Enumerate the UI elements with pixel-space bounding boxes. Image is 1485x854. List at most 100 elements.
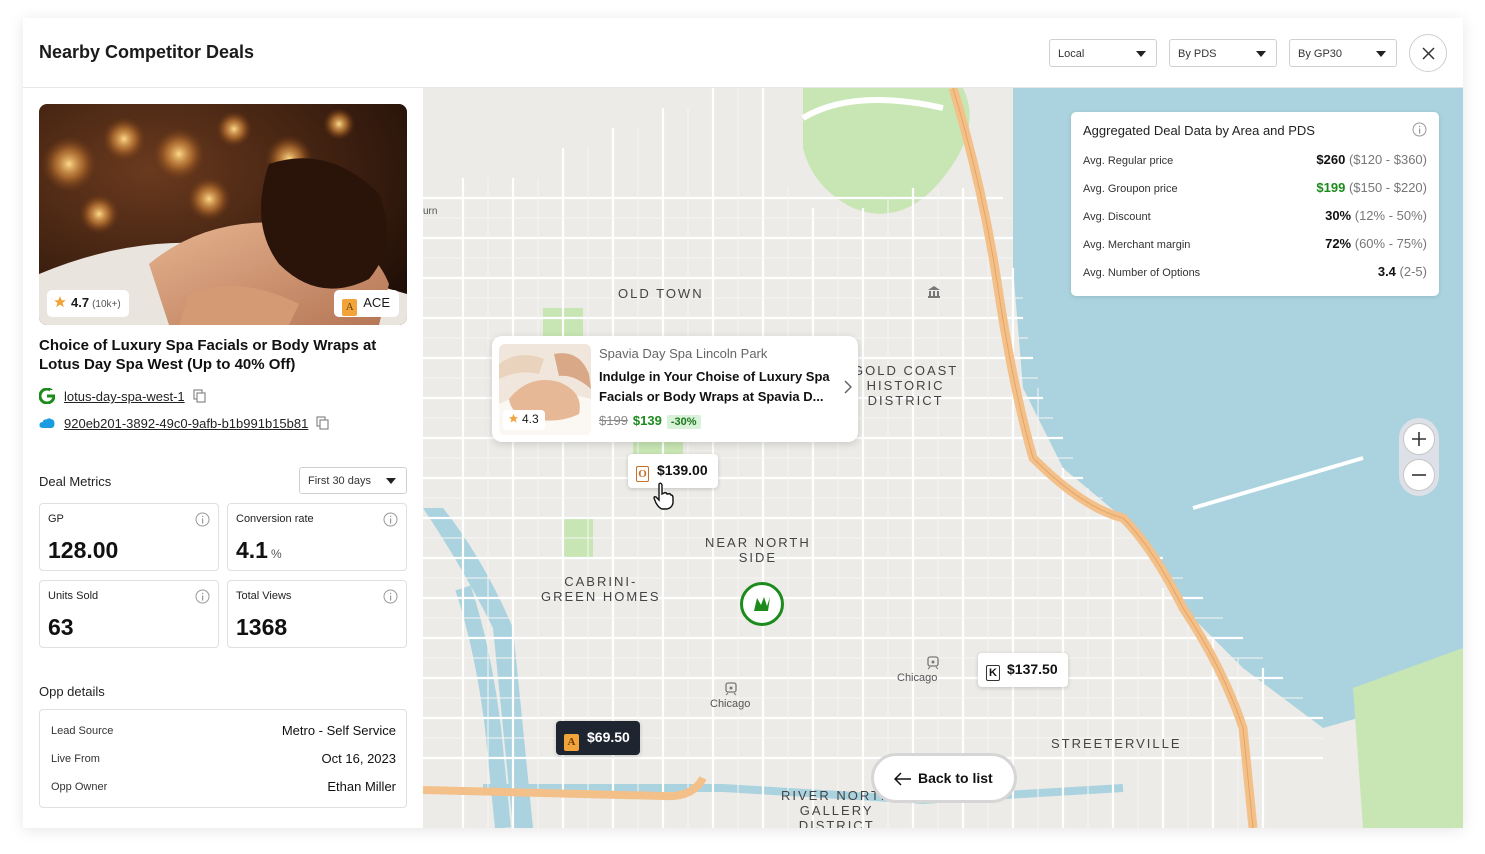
- pds-filter-label: By PDS: [1178, 48, 1217, 60]
- competitor-rating-badge: 4.3: [503, 410, 545, 430]
- map-label-gold-coast: GOLD COAST HISTORIC DISTRICT: [853, 363, 959, 408]
- map-label-near-north: NEAR NORTH SIDE: [705, 535, 811, 565]
- museum-icon: [928, 286, 940, 298]
- chevron-down-icon: [1376, 51, 1386, 57]
- area-filter-label: Local: [1058, 48, 1085, 60]
- salesforce-cloud-icon: [39, 418, 55, 428]
- area-filter-dropdown[interactable]: Local: [1049, 39, 1157, 67]
- opp-key: Opp Owner: [51, 781, 108, 793]
- deal-rating-badge: 4.7 (10k+): [47, 290, 129, 317]
- info-icon[interactable]: [1412, 122, 1427, 137]
- close-button[interactable]: [1409, 34, 1447, 72]
- opp-value: Oct 16, 2023: [321, 751, 396, 766]
- metric-value: 4.1%: [236, 537, 282, 563]
- metric-label: Total Views: [236, 590, 292, 602]
- deal-hero-image: 4.7 (10k+) A ACE: [39, 104, 407, 325]
- ace-logo-icon: A: [342, 299, 358, 316]
- opp-value: Ethan Miller: [327, 779, 396, 794]
- price-pin-k[interactable]: K $137.50: [978, 653, 1068, 687]
- google-place-link[interactable]: lotus-day-spa-west-1: [64, 389, 185, 404]
- zoom-out-button[interactable]: [1403, 459, 1435, 491]
- map-label-river-north: RIVER NORTH GALLERY DISTRICT: [781, 788, 893, 828]
- opp-row-owner: Opp Owner Ethan Miller: [51, 779, 396, 797]
- price-pin-a[interactable]: A $69.50: [556, 721, 640, 755]
- google-icon: [38, 387, 56, 405]
- current-deal-location-pin[interactable]: [740, 582, 784, 626]
- metric-label: GP: [48, 513, 64, 525]
- opp-key: Lead Source: [51, 725, 114, 737]
- arrow-left-icon: [893, 772, 911, 786]
- copy-icon[interactable]: [193, 389, 207, 403]
- train-station-icon: [725, 682, 737, 696]
- map-label: STREETERVILLE: [1051, 736, 1182, 751]
- deal-rating-count: (10k+): [92, 299, 121, 310]
- competitor-deal-title: Indulge in Your Choise of Luxury Spa Fac…: [599, 369, 830, 404]
- map-label-cabrini: CABRINI- GREEN HOMES: [541, 574, 661, 604]
- competitor-deal-popup[interactable]: 4.3 Spavia Day Spa Lincoln Park Indulge …: [492, 336, 858, 442]
- salesforce-opp-link[interactable]: 920eb201-3892-49c0-9afb-b1b991b15b81: [64, 416, 308, 431]
- salesforce-link-row: 920eb201-3892-49c0-9afb-b1b991b15b81: [39, 416, 330, 434]
- deal-details-panel: 4.7 (10k+) A ACE Choice of Luxury Spa Faci…: [23, 88, 423, 828]
- competitor-logo-icon: A: [564, 734, 579, 751]
- metric-value: 63: [48, 614, 74, 640]
- info-icon[interactable]: [383, 589, 398, 604]
- agg-row-number-of-options: Avg. Number of Options 3.4 (2-5): [1083, 264, 1427, 279]
- zoom-in-button[interactable]: [1403, 423, 1435, 455]
- ace-tier-badge: A ACE: [334, 290, 399, 317]
- back-to-list-button[interactable]: Back to list: [871, 753, 1017, 803]
- discount-badge: -30%: [666, 415, 701, 429]
- info-icon[interactable]: [383, 512, 398, 527]
- agg-row-regular-price: Avg. Regular price $260 ($120 - $360): [1083, 152, 1427, 167]
- map-label: OLD TOWN: [618, 286, 704, 301]
- map-label: urn: [423, 206, 438, 217]
- deal-title: Choice of Luxury Spa Facials or Body Wra…: [39, 337, 377, 373]
- groupon-logo-icon: [754, 597, 770, 611]
- chevron-down-icon: [1136, 51, 1146, 57]
- gp30-filter-dropdown[interactable]: By GP30: [1289, 39, 1397, 67]
- competitor-logo-icon: O: [636, 466, 649, 482]
- aggregated-title: Aggregated Deal Data by Area and PDS: [1083, 123, 1315, 138]
- plus-icon: [1412, 432, 1426, 446]
- star-icon: [508, 413, 519, 423]
- opp-details-box: Lead Source Metro - Self Service Live Fr…: [39, 709, 407, 808]
- copy-icon[interactable]: [316, 416, 330, 430]
- metric-label: Units Sold: [48, 590, 99, 602]
- opp-key: Live From: [51, 753, 100, 765]
- metrics-period-dropdown[interactable]: First 30 days: [299, 467, 407, 494]
- units-sold-metric-card: Units Sold 63: [39, 580, 219, 648]
- competitor-map[interactable]: urn OLD TOWN GOLD COAST HISTORIC DISTRICT …: [423, 88, 1463, 828]
- chevron-right-icon[interactable]: [844, 380, 852, 394]
- metric-value: 1368: [236, 614, 288, 640]
- map-label: Chicago: [897, 672, 938, 684]
- metric-label: Conversion rate: [236, 513, 314, 525]
- chevron-down-icon: [1256, 51, 1266, 57]
- opp-details-label: Opp details: [39, 684, 105, 699]
- competitor-prices: $199 $139 -30%: [599, 413, 701, 429]
- competitor-merchant-name: Spavia Day Spa Lincoln Park: [599, 346, 768, 361]
- competitor-deals-modal: Nearby Competitor Deals Local By PDS By …: [23, 18, 1463, 828]
- new-price: $139: [632, 413, 662, 428]
- gp-metric-card: GP 128.00: [39, 503, 219, 571]
- zoom-controls: [1399, 418, 1439, 496]
- opp-value: Metro - Self Service: [281, 723, 396, 738]
- info-icon[interactable]: [195, 589, 210, 604]
- modal-header: Nearby Competitor Deals Local By PDS By …: [23, 18, 1463, 88]
- pds-filter-dropdown[interactable]: By PDS: [1169, 39, 1277, 67]
- aggregated-deal-data-panel: Aggregated Deal Data by Area and PDS Avg…: [1071, 112, 1439, 296]
- ace-tier-label: ACE: [363, 295, 390, 310]
- gp30-filter-label: By GP30: [1298, 48, 1343, 60]
- old-price: $199: [599, 413, 628, 428]
- opp-row-live-from: Live From Oct 16, 2023: [51, 751, 396, 769]
- total-views-metric-card: Total Views 1368: [227, 580, 407, 648]
- deal-metrics-label: Deal Metrics: [39, 474, 112, 489]
- minus-icon: [1412, 474, 1426, 476]
- map-label: Chicago: [710, 698, 751, 710]
- competitor-logo-icon: K: [986, 665, 1000, 681]
- back-to-list-label: Back to list: [918, 770, 993, 786]
- deal-rating-value: 4.7: [71, 295, 90, 310]
- agg-row-discount: Avg. Discount 30% (12% - 50%): [1083, 208, 1427, 223]
- modal-title: Nearby Competitor Deals: [39, 42, 255, 62]
- pointer-hand-cursor-icon: [653, 482, 674, 510]
- info-icon[interactable]: [195, 512, 210, 527]
- close-icon: [1422, 47, 1435, 60]
